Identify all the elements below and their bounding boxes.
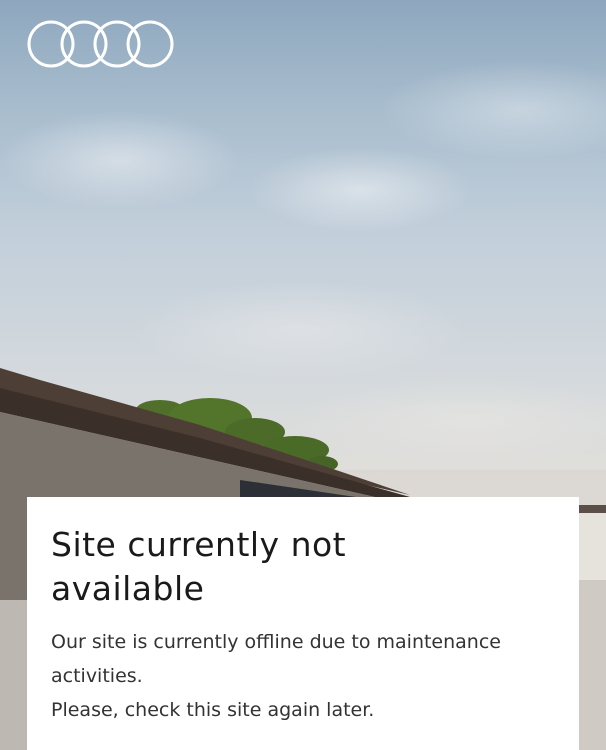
maintenance-card: Site currently not available Our site is… [27,497,579,750]
ground-right [579,580,606,750]
retry-notice: Please, check this site again later. [51,699,375,721]
page-title: Site currently not available [51,525,347,608]
maintenance-page: Site currently not available Our site is… [0,0,606,750]
message-body: Our site is currently offline due to mai… [51,625,555,727]
offline-notice: Our site is currently offline due to mai… [51,631,501,687]
right-roof [579,505,606,513]
four-rings-logo-icon[interactable] [27,18,175,70]
right-structure [579,505,606,580]
